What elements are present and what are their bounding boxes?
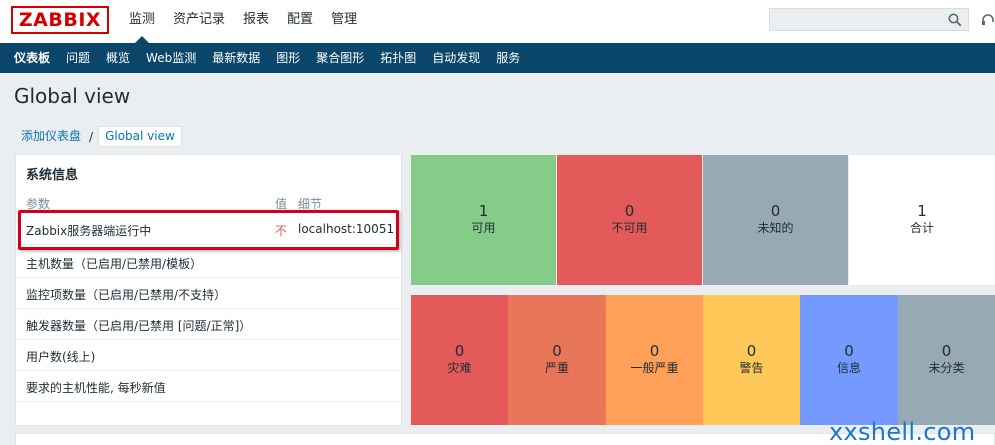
system-info-widget: 系统信息 参数 值 细节 Zabbix服务器端运行中 不 localhost:1… [15, 154, 402, 426]
severity-high-tile[interactable]: 0 严重 [508, 295, 606, 425]
tile-label: 信息 [836, 361, 861, 375]
tile-label: 不可用 [611, 221, 648, 235]
page-title: Global view [14, 84, 131, 108]
tile-label: 灾难 [447, 361, 472, 375]
row-param: 主机数量（已启用/已禁用/模板） [26, 257, 203, 271]
page-header [0, 73, 995, 120]
table-header: 参数 值 细节 [16, 192, 401, 212]
tile-label: 未知的 [757, 221, 794, 235]
tile-count: 0 [454, 342, 465, 360]
severity-disaster-tile[interactable]: 0 灾难 [411, 295, 508, 425]
tile-count: 0 [552, 342, 562, 360]
table-row: 要求的主机性能, 每秒新值 [16, 371, 401, 402]
submenu-maps[interactable]: 拓扑图 [372, 43, 424, 73]
submenu-overview[interactable]: 概览 [98, 43, 138, 73]
search-input[interactable] [769, 8, 969, 31]
table-row: 主机数量（已启用/已禁用/模板） [16, 247, 401, 278]
top-bar: ZABBIX 监测 资产记录 报表 配置 管理 [0, 0, 995, 43]
zabbix-logo[interactable]: ZABBIX [11, 6, 109, 34]
search-icon[interactable] [948, 13, 962, 27]
table-row: 触发器数量（已启用/已禁用 [问题/正常]） [16, 309, 401, 340]
menu-inventory[interactable]: 资产记录 [164, 0, 234, 43]
menu-administration[interactable]: 管理 [322, 0, 366, 43]
submenu-web[interactable]: Web监测 [138, 43, 204, 73]
row-param: 用户数(线上) [26, 350, 96, 364]
severity-information-tile[interactable]: 0 信息 [800, 295, 898, 425]
tile-count: 0 [770, 202, 781, 220]
breadcrumb: 添加仪表盘 / Global view [15, 126, 182, 147]
tile-label: 合计 [909, 221, 934, 235]
host-total-tile[interactable]: 1 合计 [849, 155, 995, 285]
tile-count: 0 [624, 202, 635, 220]
tile-count: 0 [844, 342, 854, 360]
host-unavailable-tile[interactable]: 0 不可用 [557, 155, 702, 285]
severity-average-tile[interactable]: 0 一般严重 [606, 295, 703, 425]
submenu-discovery[interactable]: 自动发现 [424, 43, 488, 73]
submenu-latest-data[interactable]: 最新数据 [204, 43, 268, 73]
tile-count: 1 [917, 202, 927, 220]
table-row: 监控项数量（已启用/已禁用/不支持） [16, 278, 401, 309]
tile-label: 未分类 [928, 361, 965, 375]
breadcrumb-separator: / [89, 129, 94, 144]
submenu-dashboard[interactable]: 仪表板 [6, 43, 58, 73]
tile-count: 1 [478, 202, 489, 220]
table-row: 用户数(线上) [16, 340, 401, 371]
watermark: xxshell.com [829, 418, 976, 445]
tile-label: 可用 [471, 221, 496, 235]
widget-title: 系统信息 [26, 168, 79, 183]
host-available-tile[interactable]: 1 可用 [411, 155, 556, 285]
sub-menu: 仪表板 问题 概览 Web监测 最新数据 图形 聚合图形 拓扑图 自动发现 服务 [0, 43, 995, 73]
tile-label: 严重 [544, 361, 569, 375]
tile-label: 一般严重 [630, 361, 679, 375]
headset-icon[interactable] [980, 12, 995, 28]
submenu-screens[interactable]: 聚合图形 [308, 43, 372, 73]
breadcrumb-add-dashboard[interactable]: 添加仪表盘 [15, 126, 87, 147]
tile-label: 警告 [739, 361, 764, 375]
breadcrumb-current[interactable]: Global view [98, 126, 182, 147]
severity-not-classified-tile[interactable]: 0 未分类 [898, 295, 995, 425]
row-param: 监控项数量（已启用/已禁用/不支持） [26, 288, 227, 302]
host-unknown-tile[interactable]: 0 未知的 [703, 155, 848, 285]
submenu-graphs[interactable]: 图形 [268, 43, 308, 73]
tile-count: 0 [746, 342, 757, 360]
row-param: 要求的主机性能, 每秒新值 [26, 381, 166, 395]
menu-configuration[interactable]: 配置 [278, 0, 322, 43]
severity-warning-tile[interactable]: 0 警告 [703, 295, 800, 425]
row-param: 触发器数量（已启用/已禁用 [问题/正常]） [26, 319, 252, 333]
highlight-annotation [18, 210, 399, 250]
main-menu: 监测 资产记录 报表 配置 管理 [120, 0, 366, 43]
menu-reports[interactable]: 报表 [234, 0, 278, 43]
tile-count: 0 [649, 342, 660, 360]
submenu-problems[interactable]: 问题 [58, 43, 98, 73]
tile-count: 0 [941, 342, 952, 360]
menu-monitoring[interactable]: 监测 [120, 0, 164, 43]
submenu-services[interactable]: 服务 [488, 43, 528, 73]
